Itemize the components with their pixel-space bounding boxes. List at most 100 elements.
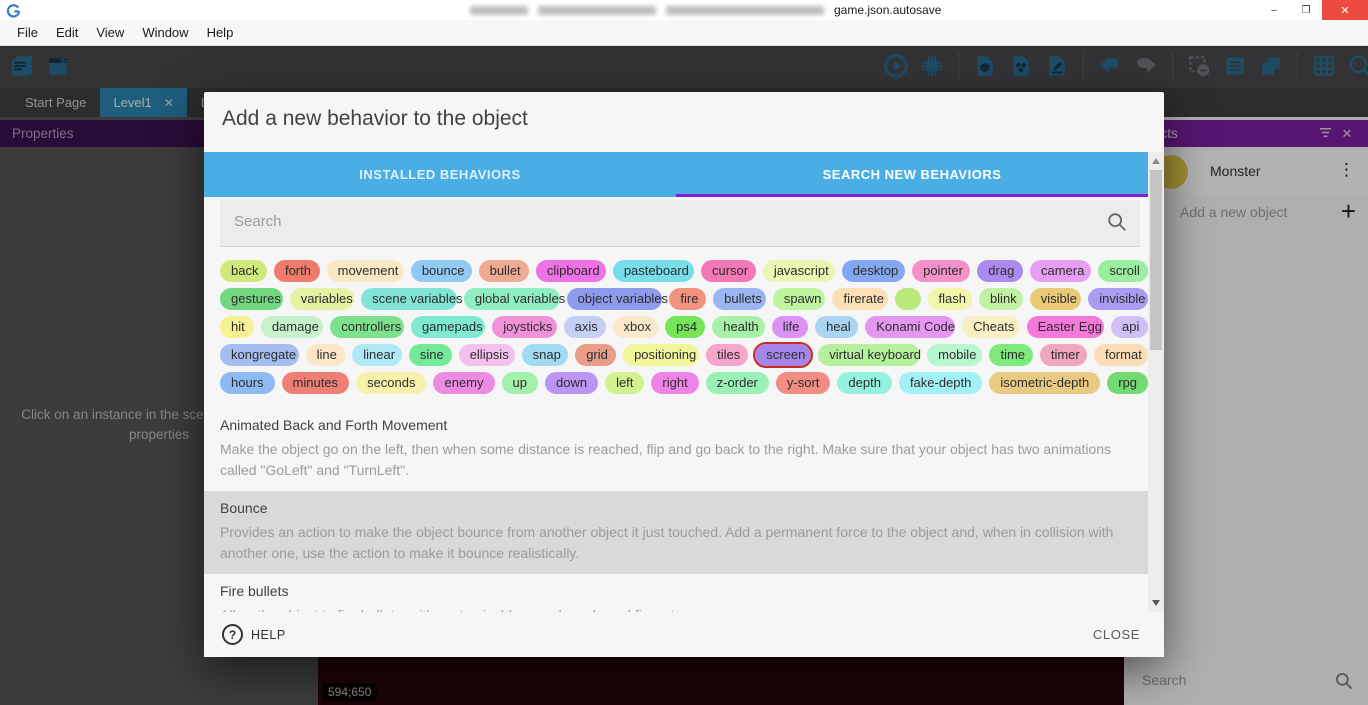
- tag-chip-invisible[interactable]: invisible: [1088, 288, 1148, 310]
- scrollbar-thumb[interactable]: [1150, 170, 1162, 350]
- tag-chip-spawn[interactable]: spawn: [773, 288, 826, 310]
- close-button[interactable]: ✕: [1322, 0, 1368, 20]
- tag-chip-konami-code[interactable]: Konami Code: [865, 316, 955, 338]
- tag-chip-movement[interactable]: movement: [327, 260, 404, 282]
- tag-chip-cursor[interactable]: cursor: [701, 260, 756, 282]
- tag-chip-seconds[interactable]: seconds: [356, 372, 426, 394]
- tag-chip-fire[interactable]: fire: [669, 288, 706, 310]
- tag-chip-controllers[interactable]: controllers: [330, 316, 404, 338]
- tag-chip-clipboard[interactable]: clipboard: [536, 260, 606, 282]
- tag-chip-minutes[interactable]: minutes: [282, 372, 350, 394]
- active-tab-underline: [676, 194, 1148, 197]
- tag-chip-axis[interactable]: axis: [564, 316, 606, 338]
- tag-chip-bullets[interactable]: bullets: [713, 288, 766, 310]
- tag-chip-line[interactable]: line: [306, 344, 346, 366]
- behavior-list-item[interactable]: Fire bulletsAllow the object to fire bul…: [204, 574, 1148, 612]
- tag-chip-desktop[interactable]: desktop: [842, 260, 905, 282]
- tag-chip-rpg[interactable]: rpg: [1107, 372, 1148, 394]
- tag-chip-time[interactable]: time: [989, 344, 1032, 366]
- tag-chip-visible[interactable]: visible: [1030, 288, 1081, 310]
- behavior-list-item[interactable]: Animated Back and Forth MovementMake the…: [204, 408, 1148, 491]
- tag-chip-gamepads[interactable]: gamepads: [411, 316, 485, 338]
- close-button[interactable]: CLOSE: [1093, 627, 1140, 642]
- scroll-up-arrow-icon[interactable]: [1152, 158, 1160, 164]
- tag-chip-firerate[interactable]: firerate: [832, 288, 887, 310]
- minimize-button[interactable]: –: [1258, 0, 1290, 20]
- tag-chip-timer[interactable]: timer: [1040, 344, 1087, 366]
- menu-help[interactable]: Help: [198, 22, 243, 43]
- tag-chip-ellipsis[interactable]: ellipsis: [459, 344, 515, 366]
- menu-edit[interactable]: Edit: [47, 22, 87, 43]
- tag-chip-isometric-depth[interactable]: isometric-depth: [989, 372, 1100, 394]
- tag-row: back forth movement bounce bullet clipboard pa…: [220, 260, 1148, 282]
- tag-chip-health[interactable]: health: [712, 316, 765, 338]
- menu-window[interactable]: Window: [133, 22, 197, 43]
- tag-chip-life[interactable]: life: [772, 316, 808, 338]
- tag-chip-gestures[interactable]: gestures: [220, 288, 283, 310]
- tag-chip-pointer[interactable]: pointer: [912, 260, 970, 282]
- tag-chip-xbox[interactable]: xbox: [613, 316, 659, 338]
- tag-chip-object-variables[interactable]: object variables: [567, 288, 663, 310]
- tag-chip-ps4[interactable]: ps4: [665, 316, 705, 338]
- dialog-tab-search-new-behaviors[interactable]: SEARCH NEW BEHAVIORS: [676, 152, 1148, 197]
- tag-chip-virtual-keyboard[interactable]: virtual keyboard: [818, 344, 920, 366]
- tag-row: hours minutes seconds enemyupdown left rightz…: [220, 372, 1148, 394]
- behavior-list-item[interactable]: BounceProvides an action to make the obj…: [204, 491, 1148, 574]
- tag-chip-down[interactable]: down: [545, 372, 598, 394]
- tag-chip-y-sort[interactable]: y-sort: [776, 372, 831, 394]
- dialog-tab-installed-behaviors[interactable]: INSTALLED BEHAVIORS: [204, 152, 676, 197]
- tag-chip-variables[interactable]: variables: [290, 288, 354, 310]
- dialog-scrollbar[interactable]: [1148, 152, 1164, 612]
- redacted-title-segment: [666, 6, 824, 15]
- help-button[interactable]: ? HELP: [222, 624, 286, 645]
- behavior-search-input[interactable]: [232, 212, 1056, 231]
- maximize-button[interactable]: ❐: [1290, 0, 1322, 20]
- tag-chip-screen[interactable]: screen: [755, 344, 811, 366]
- tag-chip-left[interactable]: left: [605, 372, 644, 394]
- tag-chip-format[interactable]: format: [1094, 344, 1148, 366]
- tag-chip-camera[interactable]: camera: [1030, 260, 1091, 282]
- tag-chip-enemy[interactable]: enemy: [433, 372, 494, 394]
- tag-chip-forth[interactable]: forth: [274, 260, 320, 282]
- behavior-description: Make the object go on the left, then whe…: [220, 439, 1118, 481]
- tag-chip-scroll[interactable]: scroll: [1098, 260, 1148, 282]
- tag-chip-scene-variables[interactable]: scene variables: [361, 288, 457, 310]
- tag-chip-right[interactable]: right: [651, 372, 698, 394]
- tag-chip-blink[interactable]: blink: [979, 288, 1023, 310]
- tag-chip-fake-depth[interactable]: fake-depth: [899, 372, 982, 394]
- tag-chip-bullet[interactable]: bullet: [479, 260, 529, 282]
- menu-file[interactable]: File: [8, 22, 47, 43]
- menu-view[interactable]: View: [87, 22, 133, 43]
- tag-chip-api[interactable]: api: [1111, 316, 1148, 338]
- tag-chip-drag[interactable]: drag: [977, 260, 1023, 282]
- tag-chip-up[interactable]: up: [502, 372, 538, 394]
- tag-chip-snap[interactable]: snap: [522, 344, 569, 366]
- tag-chip-linear[interactable]: linear: [352, 344, 402, 366]
- tag-chip-positioning[interactable]: positioning: [623, 344, 699, 366]
- tag-row: gestures variables scene variables global v…: [220, 288, 1148, 310]
- tag-chip-flash[interactable]: flash: [928, 288, 972, 310]
- tag-chip-pasteboard[interactable]: pasteboard: [613, 260, 694, 282]
- tag-chip-hours[interactable]: hours: [220, 372, 275, 394]
- tag-chip-tiles[interactable]: tiles: [706, 344, 748, 366]
- tag-chip-back[interactable]: back: [220, 260, 267, 282]
- tag-chip-easter-egg[interactable]: Easter Egg: [1027, 316, 1104, 338]
- tag-chip-depth[interactable]: depth: [837, 372, 892, 394]
- tag-chip-heal[interactable]: heal: [815, 316, 858, 338]
- tag-chip-mobile[interactable]: mobile: [927, 344, 982, 366]
- tag-chip-cheats[interactable]: Cheats: [962, 316, 1020, 338]
- tag-chip-kongregate[interactable]: kongregate: [220, 344, 299, 366]
- tag-chip-sine[interactable]: sine: [409, 344, 452, 366]
- tag-chip-joysticks[interactable]: joysticks: [492, 316, 556, 338]
- help-icon: ?: [222, 624, 243, 645]
- tag-chip-hit[interactable]: hit: [220, 316, 254, 338]
- behavior-name: Fire bullets: [220, 583, 1118, 599]
- tag-chip-bounce[interactable]: bounce: [411, 260, 472, 282]
- tag-chip-global-variables[interactable]: global variables: [464, 288, 560, 310]
- scroll-down-arrow-icon[interactable]: [1152, 600, 1160, 606]
- tag-chip-javascript[interactable]: javascript: [763, 260, 835, 282]
- tag-chip-damage[interactable]: damage: [261, 316, 323, 338]
- tag-chip-z-order[interactable]: z-order: [706, 372, 769, 394]
- tag-chip-blank[interactable]: [895, 288, 921, 310]
- tag-chip-grid[interactable]: grid: [575, 344, 616, 366]
